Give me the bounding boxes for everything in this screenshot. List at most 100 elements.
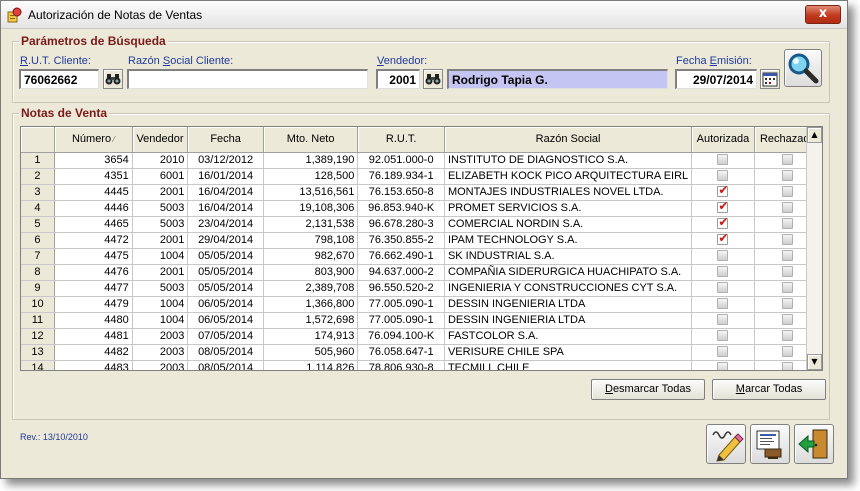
revision-label: Rev.: 13/10/2010 <box>20 432 88 442</box>
print-button[interactable] <box>750 424 790 464</box>
vendedor-cell: 1004 <box>132 248 189 265</box>
monto-cell: 19,108,306 <box>263 200 359 217</box>
fecha-emision-input[interactable]: 29/07/2014 <box>675 69 757 89</box>
rechazada-checkbox[interactable] <box>782 186 794 198</box>
vendedor-code-input[interactable]: 2001 <box>376 69 420 89</box>
autorizada-checkbox[interactable] <box>717 282 729 294</box>
rut-cell: 76.189.934-1 <box>357 168 445 185</box>
table-row[interactable]: 2 4351 6001 16/01/2014 128,500 76.189.934-1 EL… <box>21 168 822 185</box>
table-row[interactable]: 1 3654 2010 03/12/2012 1,389,190 92.051.000-0… <box>21 152 822 169</box>
column-header[interactable]: Fecha <box>187 127 264 153</box>
monto-cell: 803,900 <box>263 264 359 281</box>
rechazada-checkbox[interactable] <box>782 250 794 262</box>
rechazada-checkbox[interactable] <box>782 154 794 166</box>
rechazada-checkbox[interactable] <box>782 330 794 342</box>
autorizada-cell <box>691 360 755 370</box>
autorizada-checkbox[interactable] <box>717 250 729 262</box>
magnifier-icon <box>788 53 819 84</box>
rechazada-checkbox[interactable] <box>782 282 794 294</box>
calendar-button[interactable] <box>760 69 780 89</box>
scroll-down-arrow[interactable]: ▼ <box>807 354 822 370</box>
column-header[interactable]: Número ⁄ <box>54 127 133 153</box>
table-row[interactable]: 8 4476 2001 05/05/2014 803,900 94.637.000-2 CO… <box>21 264 822 281</box>
row-number: 14 <box>21 360 55 370</box>
notas-venta-grid[interactable]: Número ⁄ Vendedor Fecha Mto. Neto R.U.T.… <box>20 126 823 371</box>
fecha-cell: 03/12/2012 <box>187 152 264 169</box>
autorizada-checkbox[interactable] <box>717 232 728 246</box>
rechazada-checkbox[interactable] <box>782 218 794 230</box>
numero-cell: 4481 <box>54 328 133 345</box>
autorizada-checkbox[interactable] <box>717 216 728 230</box>
row-number: 8 <box>21 264 55 281</box>
numero-cell: 4482 <box>54 344 133 361</box>
rechazada-checkbox[interactable] <box>782 298 794 310</box>
table-row[interactable]: 14 4483 2003 08/05/2014 1,114,826 78.806.930-… <box>21 360 822 370</box>
rut-cell: 94.637.000-2 <box>357 264 445 281</box>
exit-button[interactable] <box>794 424 834 464</box>
window-title: Autorización de Notas de Ventas <box>28 8 203 22</box>
authorize-button[interactable] <box>706 424 746 464</box>
rechazada-checkbox[interactable] <box>782 346 794 358</box>
close-button[interactable]: x <box>805 5 841 24</box>
numero-cell: 4445 <box>54 184 133 201</box>
autorizada-checkbox[interactable] <box>717 314 729 326</box>
rechazada-checkbox[interactable] <box>782 314 794 326</box>
column-header[interactable]: Razón Social <box>444 127 693 153</box>
rut-cell: 96.550.520-2 <box>357 280 445 297</box>
razon-social-cell: INGENIERIA Y CONSTRUCCIONES CYT S.A. <box>444 280 693 297</box>
vendedor-cell: 2003 <box>132 344 189 361</box>
rechazada-checkbox[interactable] <box>782 202 794 214</box>
autorizada-cell <box>691 248 755 265</box>
marcar-todas-button[interactable]: Marcar Todas <box>712 379 826 400</box>
table-row[interactable]: 3 4445 2001 16/04/2014 13,516,561 76.153.650-… <box>21 184 822 201</box>
table-row[interactable]: 10 4479 1004 06/05/2014 1,366,800 77.005.090-… <box>21 296 822 313</box>
column-header[interactable]: R.U.T. <box>357 127 445 153</box>
autorizada-cell <box>691 216 755 233</box>
vendedor-search-button[interactable] <box>423 69 443 89</box>
autorizada-checkbox[interactable] <box>717 362 729 370</box>
autorizada-checkbox[interactable] <box>717 266 729 278</box>
rechazada-checkbox[interactable] <box>782 234 794 246</box>
binoculars-icon <box>425 74 441 85</box>
autorizada-checkbox[interactable] <box>717 200 728 214</box>
table-row[interactable]: 5 4465 5003 23/04/2014 2,131,538 96.678.280-3… <box>21 216 822 233</box>
vendedor-cell: 6001 <box>132 168 189 185</box>
autorizada-checkbox[interactable] <box>717 170 729 182</box>
table-row[interactable]: 6 4472 2001 29/04/2014 798,108 76.350.855-2 IP… <box>21 232 822 249</box>
monto-cell: 1,366,800 <box>263 296 359 313</box>
autorizada-checkbox[interactable] <box>717 184 728 198</box>
numero-cell: 4351 <box>54 168 133 185</box>
scroll-up-arrow[interactable]: ▲ <box>807 127 822 143</box>
autorizada-checkbox[interactable] <box>717 154 729 166</box>
table-row[interactable]: 13 4482 2003 08/05/2014 505,960 76.058.647-1 V… <box>21 344 822 361</box>
rechazada-checkbox[interactable] <box>782 170 794 182</box>
vendedor-cell: 5003 <box>132 280 189 297</box>
table-row[interactable]: 9 4477 5003 05/05/2014 2,389,708 96.550.520-2… <box>21 280 822 297</box>
search-button[interactable] <box>784 49 822 87</box>
fecha-emision-label: Fecha Emisión: <box>676 55 752 67</box>
rechazada-checkbox[interactable] <box>782 362 794 370</box>
rut-input[interactable]: 76062662 <box>19 69 99 89</box>
table-row[interactable]: 7 4475 1004 05/05/2014 982,670 76.662.490-1 SK… <box>21 248 822 265</box>
autorizada-checkbox[interactable] <box>717 330 729 342</box>
rechazada-checkbox[interactable] <box>782 266 794 278</box>
table-row[interactable]: 4 4446 5003 16/04/2014 19,108,306 96.853.940-… <box>21 200 822 217</box>
autorizada-checkbox[interactable] <box>717 346 729 358</box>
autorizada-checkbox[interactable] <box>717 298 729 310</box>
table-row[interactable]: 12 4481 2003 07/05/2014 174,913 76.094.100-K F… <box>21 328 822 345</box>
razon-social-cell: SK INDUSTRIAL S.A. <box>444 248 693 265</box>
autorizada-cell <box>691 312 755 329</box>
column-header[interactable]: Vendedor <box>132 127 189 153</box>
scroll-track[interactable] <box>807 143 822 363</box>
vertical-scrollbar[interactable]: ▲ ▼ <box>806 127 822 370</box>
rut-cell: 77.005.090-1 <box>357 296 445 313</box>
table-row[interactable]: 11 4480 1004 06/05/2014 1,572,698 77.005.090-… <box>21 312 822 329</box>
razon-social-input[interactable] <box>127 69 368 89</box>
title-bar[interactable]: Autorización de Notas de Ventas x <box>1 1 847 29</box>
vendedor-cell: 2003 <box>132 360 189 370</box>
column-header[interactable]: Autorizada <box>691 127 755 153</box>
desmarcar-todas-button[interactable]: Desmarcar Todas <box>591 379 705 400</box>
numero-cell: 4483 <box>54 360 133 370</box>
rut-search-button[interactable] <box>103 69 123 89</box>
column-header[interactable]: Mto. Neto <box>263 127 359 153</box>
